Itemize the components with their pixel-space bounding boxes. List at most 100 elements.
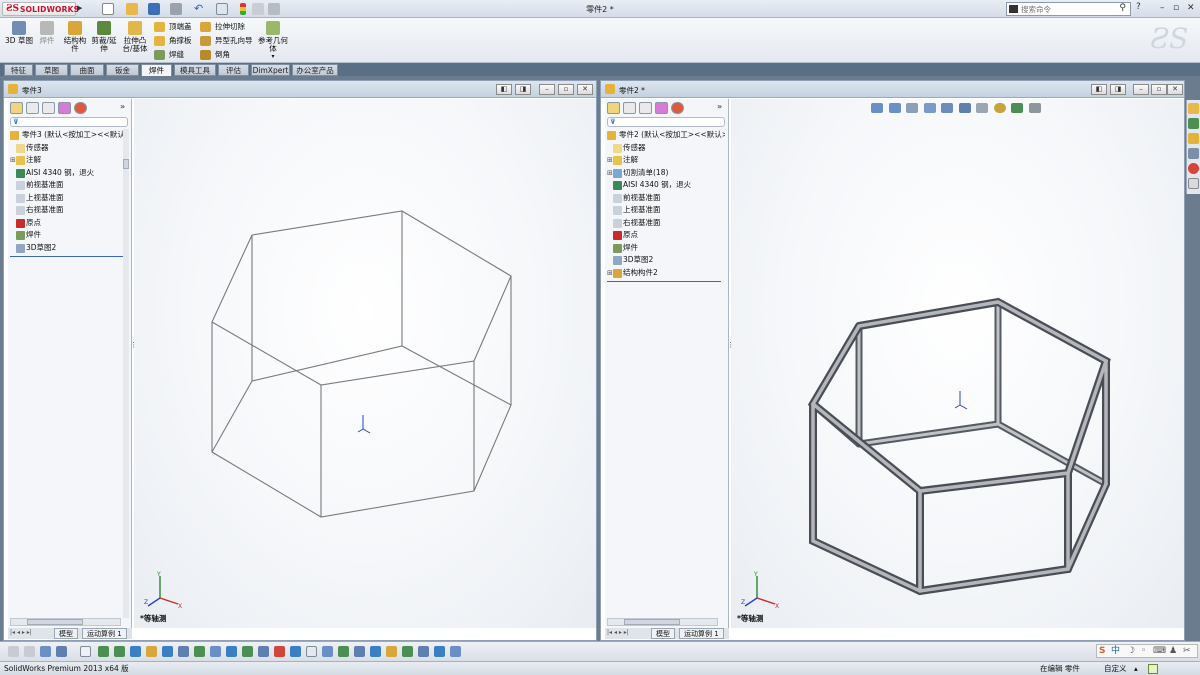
gusset-button[interactable]: 角撑板 <box>154 35 192 47</box>
new-document-icon[interactable] <box>102 3 114 15</box>
file-properties-icon[interactable] <box>252 3 264 15</box>
tree-item[interactable]: ⊞ 结构构件2 <box>607 267 725 280</box>
filter-faces-icon[interactable] <box>56 646 67 657</box>
line-tool-icon[interactable] <box>114 646 125 657</box>
filter-toolbar-icon[interactable] <box>8 646 19 657</box>
filter-vertices-icon[interactable] <box>40 646 51 657</box>
command-search[interactable]: ⚲ <box>1006 2 1131 16</box>
display-relations-icon[interactable] <box>386 646 397 657</box>
expand-icon[interactable]: ⊞ <box>607 154 613 167</box>
tab-motion-study[interactable]: 运动算例 1 <box>82 628 127 639</box>
undo-icon[interactable]: ↶ <box>194 3 206 15</box>
tree-item[interactable]: 零件3 (默认<按加工><<默认 <box>10 129 128 142</box>
tab-sheet-metal[interactable]: 钣金 <box>106 64 139 76</box>
expand-icon[interactable]: ⊞ <box>607 267 613 280</box>
dimxpert-tab-icon[interactable] <box>655 102 668 114</box>
tree-item[interactable]: 3D草图2 <box>10 242 128 255</box>
tab-office-products[interactable]: 办公室产品 <box>292 64 338 76</box>
tree-horizontal-scrollbar[interactable] <box>10 618 121 626</box>
ime-language-label[interactable]: 中 <box>1111 645 1120 658</box>
save-icon[interactable] <box>148 3 160 15</box>
extruded-boss-button[interactable]: 拉伸凸台/基体 <box>120 21 150 53</box>
graphics-area[interactable]: Y X Z *等轴测 <box>134 99 596 628</box>
tree-item[interactable]: 传感器 <box>607 142 725 155</box>
tab-scroll-arrows-icon[interactable]: |◂ ◂ ▸ ▸| <box>10 629 50 638</box>
window-close-icon[interactable]: ✕ <box>577 84 593 95</box>
propertymanager-tab-icon[interactable] <box>623 102 636 114</box>
dimxpert-tab-icon[interactable] <box>58 102 71 114</box>
tile-left-icon[interactable]: ◧ <box>496 84 512 95</box>
select-tool-icon[interactable] <box>80 646 91 657</box>
displaymanager-tab-icon[interactable] <box>671 102 684 114</box>
scroll-thumb[interactable] <box>27 619 83 625</box>
tree-item[interactable]: 上视基准面 <box>607 204 725 217</box>
repair-sketch-icon[interactable] <box>418 646 429 657</box>
file-explorer-icon[interactable] <box>1188 133 1199 144</box>
expand-panel-icon[interactable]: » <box>120 102 125 111</box>
add-relation-icon[interactable] <box>402 646 413 657</box>
smart-dimension-icon[interactable] <box>98 646 109 657</box>
expand-icon[interactable]: ⊞ <box>607 167 613 180</box>
rollback-bar[interactable] <box>607 281 721 282</box>
linear-pattern-icon[interactable] <box>306 646 317 657</box>
solidworks-resources-icon[interactable] <box>1188 103 1199 114</box>
weld-bead-button[interactable]: 焊缝 <box>154 49 184 61</box>
rebuild-icon[interactable] <box>240 3 246 15</box>
tree-item[interactable]: 零件2 (默认<按加工><<默认> <box>607 129 725 142</box>
move-entities-icon[interactable] <box>322 646 333 657</box>
select-icon[interactable] <box>216 3 228 15</box>
tab-weldments[interactable]: 焊件 <box>141 64 172 76</box>
search-icon[interactable]: ⚲ <box>1119 3 1126 13</box>
spline-tool-icon[interactable] <box>178 646 189 657</box>
tab-surfaces[interactable]: 曲面 <box>70 64 104 76</box>
tab-evaluate[interactable]: 评估 <box>218 64 249 76</box>
scroll-thumb[interactable] <box>123 159 129 169</box>
expand-icon[interactable]: ⊞ <box>10 154 16 167</box>
propertymanager-tab-icon[interactable] <box>26 102 39 114</box>
tile-right-icon[interactable]: ◨ <box>1110 84 1126 95</box>
featuremanager-tab-icon[interactable] <box>607 102 620 114</box>
chamfer-button[interactable]: 倒角 <box>200 49 230 61</box>
tree-vertical-scrollbar[interactable] <box>123 129 129 618</box>
dropdown-arrow-icon[interactable]: ▾ <box>258 53 288 61</box>
punctuation-icon[interactable]: ☽ <box>1127 645 1135 658</box>
keyboard-icon[interactable]: ⌨ <box>1153 645 1166 658</box>
tree-item[interactable]: AISI 4340 钢，退火 <box>607 179 725 192</box>
tab-features[interactable]: 特征 <box>4 64 33 76</box>
centerline-tool-icon[interactable] <box>210 646 221 657</box>
reference-geometry-button[interactable]: 参考几何体 ▾ <box>258 21 288 61</box>
tile-left-icon[interactable]: ◧ <box>1091 84 1107 95</box>
structural-member-button[interactable]: 结构构件 <box>62 21 88 53</box>
extruded-cut-button[interactable]: 拉伸切除 <box>200 21 245 33</box>
open-folder-icon[interactable] <box>126 3 138 15</box>
minimize-icon[interactable]: – <box>1160 3 1165 13</box>
window-minimize-icon[interactable]: – <box>1133 84 1149 95</box>
trim-entities-icon[interactable] <box>242 646 253 657</box>
displaymanager-tab-icon[interactable] <box>74 102 87 114</box>
tree-item[interactable]: ⊞ 注解 <box>607 154 725 167</box>
tab-motion-study[interactable]: 运动算例 1 <box>679 628 724 639</box>
restore-icon[interactable]: ▫ <box>1173 3 1179 13</box>
tree-item[interactable]: 焊件 <box>607 242 725 255</box>
units-selector[interactable]: 自定义 <box>1104 662 1127 675</box>
tree-item[interactable]: 右视基准面 <box>10 204 128 217</box>
tree-filter[interactable]: ⊽ <box>10 117 128 127</box>
point-tool-icon[interactable] <box>194 646 205 657</box>
scale-entities-icon[interactable] <box>354 646 365 657</box>
weldment-button[interactable]: 焊件 <box>36 21 58 45</box>
tree-item[interactable]: 传感器 <box>10 142 128 155</box>
units-dropdown-icon[interactable]: ▴ <box>1134 662 1138 675</box>
tree-item[interactable]: 3D草图2 <box>607 254 725 267</box>
featuremanager-tab-icon[interactable] <box>10 102 23 114</box>
tree-filter[interactable]: ⊽ <box>607 117 725 127</box>
mirror-entities-icon[interactable] <box>290 646 301 657</box>
rollback-bar[interactable] <box>10 256 124 257</box>
tab-sketch[interactable]: 草图 <box>35 64 68 76</box>
trim-extend-button[interactable]: 剪裁/延伸 <box>90 21 118 53</box>
close-icon[interactable]: ✕ <box>1187 3 1195 13</box>
tab-dimxpert[interactable]: DimXpert <box>251 64 290 76</box>
menu-expand-icon[interactable]: ▶ <box>77 4 82 12</box>
custom-properties-icon[interactable] <box>1188 178 1199 189</box>
tab-scroll-arrows-icon[interactable]: |◂ ◂ ▸ ▸| <box>607 629 647 638</box>
tab-mold-tools[interactable]: 模具工具 <box>174 64 216 76</box>
